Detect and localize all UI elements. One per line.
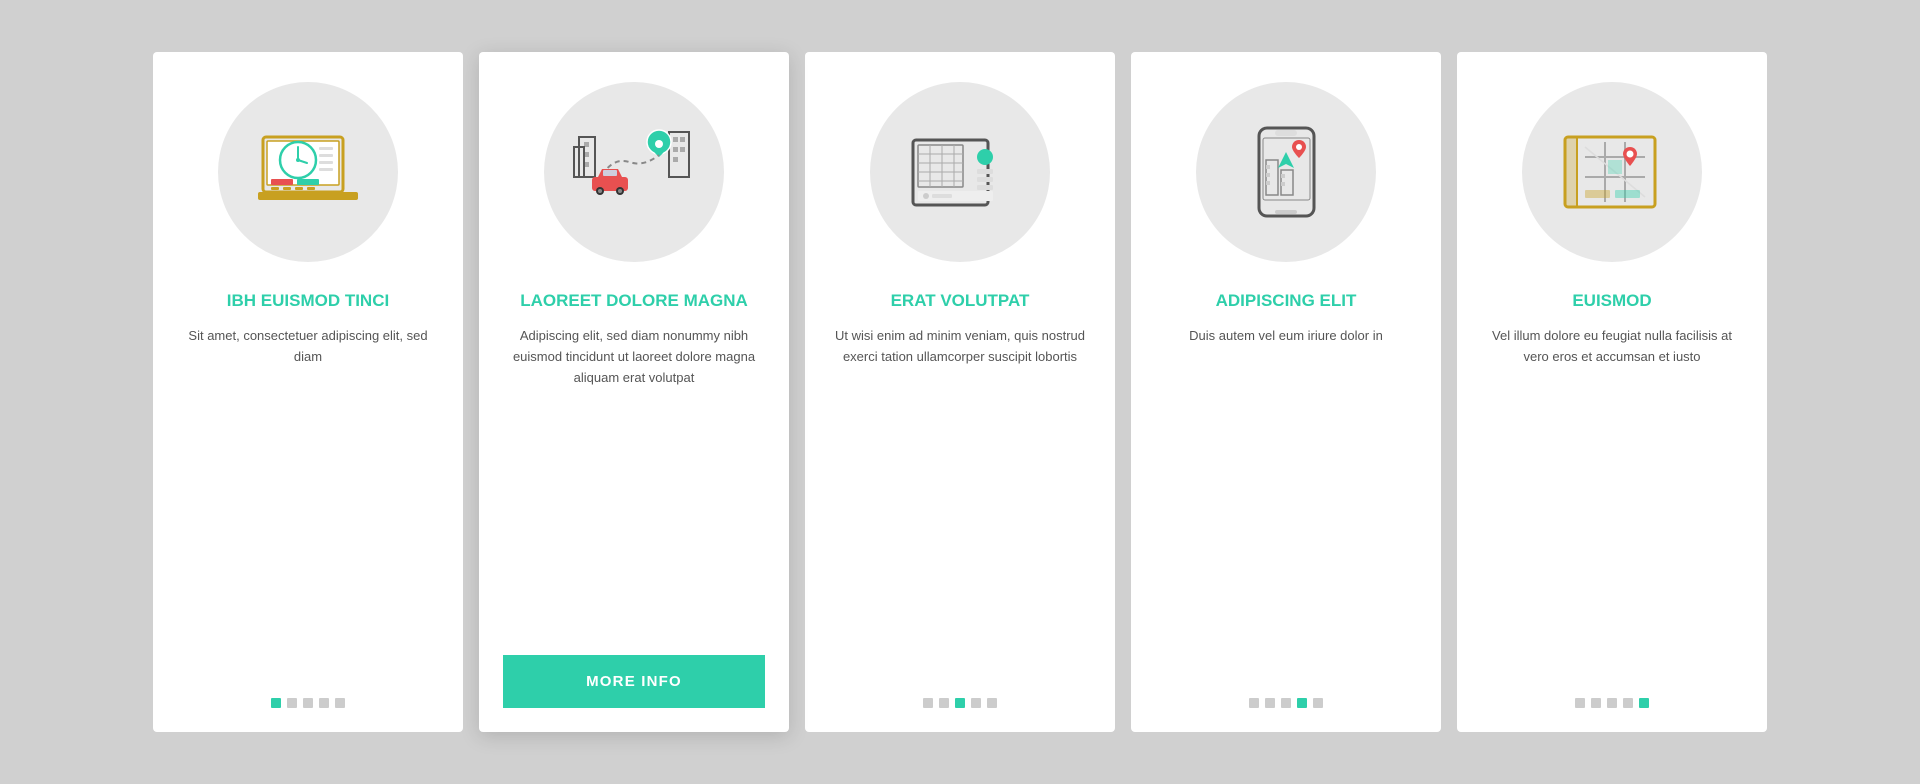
card-1: IBH EUISMOD TINCI Sit amet, consectetuer… [153, 52, 463, 732]
card-2-footer: MORE INFO [503, 655, 765, 708]
dot-1-4 [319, 698, 329, 708]
dot-5-5 [1639, 698, 1649, 708]
card-5-desc: Vel illum dolore eu feugiat nulla facili… [1481, 326, 1743, 670]
card-4: ADIPISCING ELIT Duis autem vel eum iriur… [1131, 52, 1441, 732]
map-book-icon [1555, 122, 1670, 222]
card-3-dots [923, 698, 997, 708]
dot-1-1 [271, 698, 281, 708]
dot-1-3 [303, 698, 313, 708]
card-4-footer [1155, 698, 1417, 708]
card-4-dots [1249, 698, 1323, 708]
dot-5-4 [1623, 698, 1633, 708]
dot-5-3 [1607, 698, 1617, 708]
device-grid-icon [905, 125, 1015, 220]
card-3: ERAT VOLUTPAT Ut wisi enim ad minim veni… [805, 52, 1115, 732]
card-3-desc: Ut wisi enim ad minim veniam, quis nostr… [829, 326, 1091, 670]
card-1-footer [177, 698, 439, 708]
card-1-desc: Sit amet, consectetuer adipiscing elit, … [177, 326, 439, 670]
dot-4-4 [1297, 698, 1307, 708]
card-5-dots [1575, 698, 1649, 708]
card-5: EUISMOD Vel illum dolore eu feugiat null… [1457, 52, 1767, 732]
card-5-title: EUISMOD [1572, 290, 1651, 312]
card-2-title: LAOREET DOLORE MAGNA [520, 290, 748, 312]
dot-3-2 [939, 698, 949, 708]
dot-3-3 [955, 698, 965, 708]
card-3-title: ERAT VOLUTPAT [891, 290, 1030, 312]
dot-4-5 [1313, 698, 1323, 708]
dot-1-5 [335, 698, 345, 708]
dot-3-5 [987, 698, 997, 708]
card-5-footer [1481, 698, 1743, 708]
cards-container: IBH EUISMOD TINCI Sit amet, consectetuer… [145, 52, 1775, 732]
dot-5-2 [1591, 698, 1601, 708]
card-1-icon-circle [218, 82, 398, 262]
dot-4-2 [1265, 698, 1275, 708]
card-3-icon-circle [870, 82, 1050, 262]
dot-4-1 [1249, 698, 1259, 708]
dot-3-4 [971, 698, 981, 708]
laptop-clock-icon [253, 127, 363, 217]
dot-4-3 [1281, 698, 1291, 708]
navigation-car-icon [564, 107, 704, 237]
card-1-dots [271, 698, 345, 708]
card-4-icon-circle [1196, 82, 1376, 262]
more-info-button[interactable]: MORE INFO [503, 655, 765, 708]
card-4-title: ADIPISCING ELIT [1216, 290, 1357, 312]
card-2: LAOREET DOLORE MAGNA Adipiscing elit, se… [479, 52, 789, 732]
dot-5-1 [1575, 698, 1585, 708]
dot-1-2 [287, 698, 297, 708]
dot-3-1 [923, 698, 933, 708]
card-4-desc: Duis autem vel eum iriure dolor in [1189, 326, 1383, 670]
phone-map-icon [1231, 120, 1341, 225]
card-5-icon-circle [1522, 82, 1702, 262]
card-3-footer [829, 698, 1091, 708]
card-2-desc: Adipiscing elit, sed diam nonummy nibh e… [503, 326, 765, 627]
card-1-title: IBH EUISMOD TINCI [227, 290, 389, 312]
card-2-icon-circle [544, 82, 724, 262]
